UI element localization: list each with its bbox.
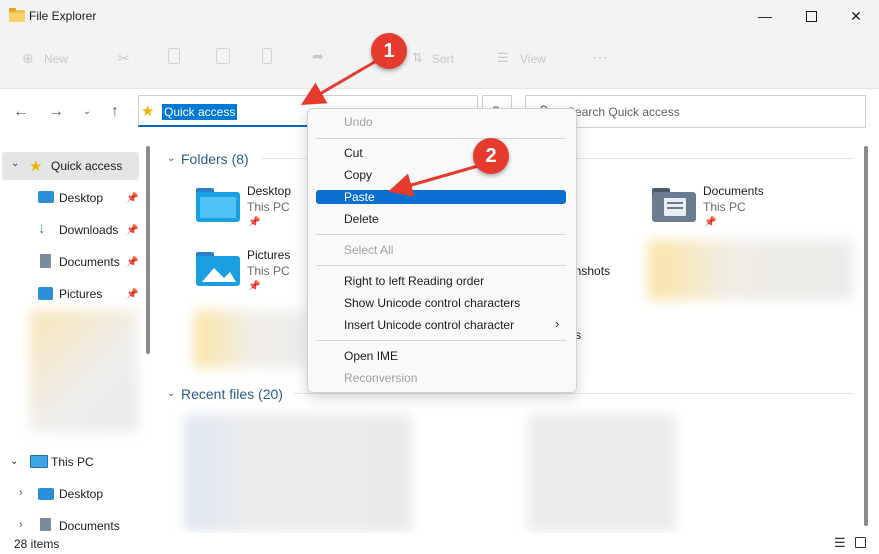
arrow-to-address-bar	[300, 58, 379, 106]
step-2-badge: 2	[473, 138, 509, 174]
arrow-to-paste	[388, 164, 479, 197]
step-1-badge: 1	[371, 33, 407, 69]
annotation-arrows	[300, 58, 479, 197]
